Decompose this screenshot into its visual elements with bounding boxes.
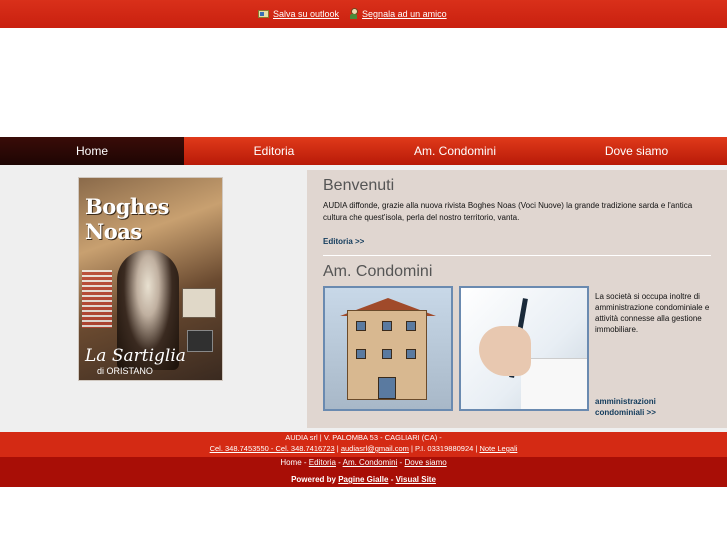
house-building — [347, 310, 427, 400]
benvenuti-heading: Benvenuti — [323, 177, 395, 194]
house-window — [382, 321, 392, 331]
house-window — [406, 321, 416, 331]
top-links: Salva su outlook Segnala ad un amico — [258, 8, 447, 19]
nav-item-dove-siamo[interactable]: Dove siamo — [546, 137, 727, 165]
nav-item-condomini[interactable]: Am. Condomini — [364, 137, 546, 165]
footer-nav-separator: - — [303, 458, 307, 467]
house-window — [382, 349, 392, 359]
footer-address: AUDIA srl | V. PALOMBA 53 - CAGLIARI (CA… — [285, 433, 442, 442]
visual-site-link[interactable]: Visual Site — [396, 475, 436, 484]
footer-nav-bar: Home - Editoria - Am. Condomini - Dove s… — [0, 457, 727, 487]
house-door — [378, 377, 396, 399]
footer-nav-separator: - — [338, 458, 341, 467]
tell-a-friend-label: Segnala ad un amico — [362, 8, 447, 19]
content-panel: Benvenuti AUDIA diffonde, grazie alla nu… — [307, 170, 727, 428]
footer-phones-link[interactable]: Cel. 348.7453550 - Cel. 348.7416723 — [210, 444, 335, 453]
cover-sidebar-text — [82, 270, 112, 328]
footer-legal-link[interactable]: Note Legali — [479, 444, 517, 453]
footer-separator: | — [475, 444, 478, 453]
pagine-gialle-link[interactable]: Pagine Gialle — [338, 475, 388, 484]
cover-script-title: La Sartiglia — [85, 346, 186, 366]
section-divider — [323, 255, 711, 256]
footer-vat: P.I. 03319880924 — [415, 444, 474, 453]
powered-separator: - — [390, 475, 394, 484]
powered-by-label: Powered by — [291, 475, 336, 484]
tell-a-friend-link[interactable]: Segnala ad un amico — [349, 8, 447, 19]
footer-nav-separator: - — [399, 458, 403, 467]
nav-item-home[interactable]: Home — [0, 137, 184, 165]
save-outlook-label: Salva su outlook — [273, 8, 340, 19]
footer-info: AUDIA srl | V. PALOMBA 53 - CAGLIARI (CA… — [0, 432, 727, 457]
paper-sheet — [521, 358, 587, 409]
condominium-illustration — [323, 286, 453, 411]
powered-by: Powered by Pagine Gialle - Visual Site — [0, 475, 727, 484]
benvenuti-text: AUDIA diffonde, grazie alla nuova rivist… — [323, 201, 693, 222]
magazine-cover-image[interactable]: Boghes Noas La Sartiglia di ORISTANO — [78, 177, 223, 381]
main-content: Boghes Noas La Sartiglia di ORISTANO Ben… — [0, 165, 727, 432]
cover-badge-dark — [187, 330, 213, 352]
writing-hand-photo — [459, 286, 589, 411]
cover-subtitle: di ORISTANO — [97, 366, 153, 376]
footer-contacts: Cel. 348.7453550 - Cel. 348.7416723 | au… — [0, 444, 727, 453]
main-nav: Home Editoria Am. Condomini Dove siamo — [0, 137, 727, 165]
footer-nav-dove-siamo[interactable]: Dove siamo — [404, 458, 446, 467]
save-outlook-link[interactable]: Salva su outlook — [258, 9, 339, 19]
outlook-icon — [258, 9, 269, 18]
footer-nav-editoria[interactable]: Editoria — [309, 458, 336, 467]
condomini-heading: Am. Condomini — [323, 263, 433, 280]
condomini-more-link[interactable]: amministrazioni condominiali >> — [595, 396, 705, 418]
nav-item-editoria[interactable]: Editoria — [184, 137, 364, 165]
house-window — [406, 349, 416, 359]
footer-nav: Home - Editoria - Am. Condomini - Dove s… — [0, 458, 727, 467]
footer-nav-home[interactable]: Home — [280, 458, 301, 467]
footer-separator: | — [411, 444, 413, 453]
house-window — [356, 349, 366, 359]
footer-nav-condomini[interactable]: Am. Condomini — [343, 458, 398, 467]
house-window — [356, 321, 366, 331]
editoria-more-link[interactable]: Editoria >> — [323, 237, 364, 246]
cover-masthead: Boghes Noas — [85, 194, 169, 244]
condomini-text: La società si occupa inoltre di amminist… — [595, 292, 710, 334]
footer-separator: | — [336, 444, 339, 453]
hand-shape — [479, 326, 531, 376]
cover-badge — [182, 288, 216, 318]
top-bar: Salva su outlook Segnala ad un amico — [0, 0, 727, 28]
person-icon — [349, 8, 359, 19]
footer-email-link[interactable]: audiasrl@gmail.com — [341, 444, 409, 453]
